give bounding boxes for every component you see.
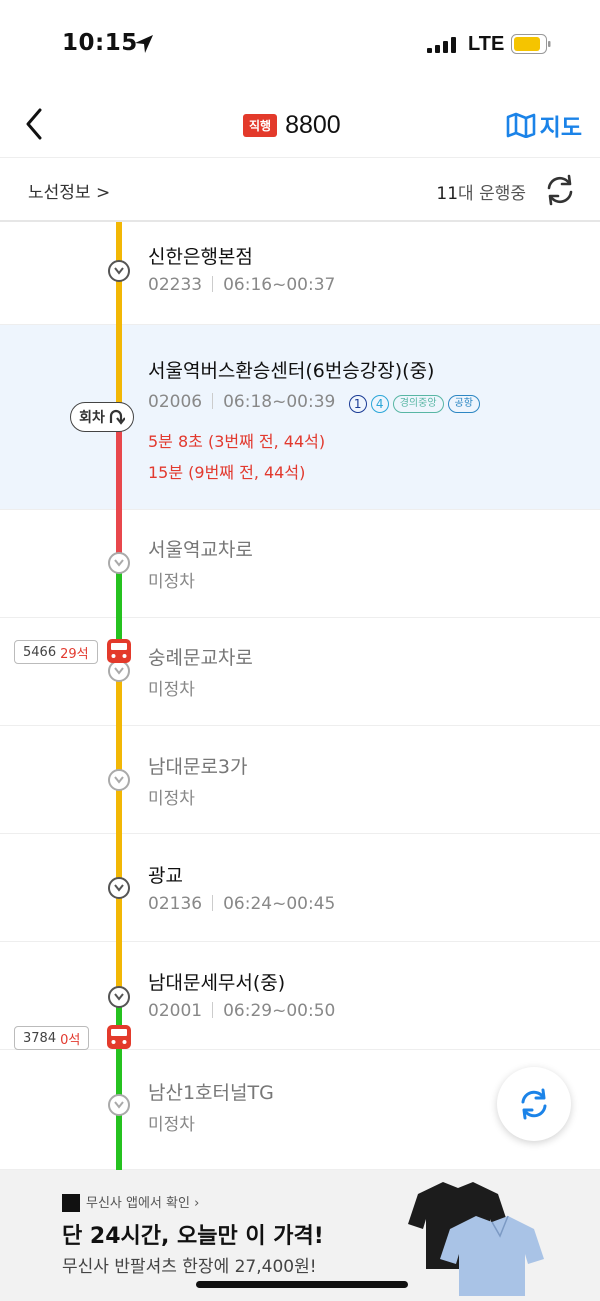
- route-line-segment: [116, 222, 122, 408]
- bus-tag[interactable]: 5466 29석: [14, 640, 98, 664]
- gyeongui-line-badge: 경의중앙: [392, 395, 444, 413]
- bus-plate: 5466: [23, 644, 57, 660]
- stop-row[interactable]: 서울역교차로 미정차: [0, 510, 600, 618]
- bus-tag[interactable]: 3784 0석: [14, 1026, 90, 1050]
- stop-name: 남대문로3가: [148, 756, 248, 778]
- bus-icon[interactable]: [106, 638, 132, 666]
- stop-info: 02136 06:24~00:45: [148, 894, 335, 914]
- network-label: LTE: [468, 33, 505, 55]
- bus-plate: 3784: [23, 1030, 57, 1046]
- ad-source: 무신사 앱에서 확인 ›: [86, 1196, 200, 1211]
- stop-info: 02001 06:29~00:50: [148, 1001, 335, 1021]
- stop-row[interactable]: 남대문세무서(중) 02001 06:29~00:50: [0, 942, 600, 1050]
- divider: [212, 276, 214, 292]
- running-count: 11: [436, 184, 459, 204]
- route-line-segment: [116, 648, 122, 998]
- map-label: 지도: [539, 115, 582, 141]
- stop-status: 미정차: [148, 789, 195, 809]
- stop-row[interactable]: 숭례문교차로 미정차: [0, 618, 600, 726]
- stop-id: 02001: [148, 1001, 203, 1021]
- stop-hours: 06:29~00:50: [223, 1001, 336, 1021]
- divider: [212, 393, 214, 409]
- stop-row[interactable]: 남대문로3가 미정차: [0, 726, 600, 834]
- map-icon: [506, 112, 535, 138]
- subway-line-4-badge: 4: [370, 395, 389, 413]
- signal-icon: [427, 37, 456, 53]
- bus-seats: 0석: [60, 1032, 81, 1048]
- top-app-bar: 직행 8800 지도: [0, 90, 600, 158]
- stop-name: 신한은행본점: [148, 246, 253, 268]
- stop-node: [108, 986, 130, 1008]
- divider: [212, 895, 214, 911]
- stop-hours: 06:16~00:37: [223, 275, 336, 295]
- ad-subtext: 무신사 반팔셔츠 한장에 27,400원!: [62, 1257, 317, 1277]
- stop-id: 02233: [148, 275, 203, 295]
- transfer-lines: 1 4 경의중앙 공항: [348, 395, 480, 413]
- route-info-bar: 노선정보 > 11대 운행중: [0, 158, 600, 222]
- stop-name: 숭례문교차로: [148, 647, 253, 669]
- u-turn-icon: [109, 409, 125, 425]
- divider: [212, 1002, 214, 1018]
- running-suffix: 대 운행중: [458, 184, 526, 204]
- stop-node: [108, 260, 130, 282]
- bus-icon[interactable]: [106, 1024, 132, 1052]
- stop-node: [108, 877, 130, 899]
- stop-name: 남산1호터널TG: [148, 1082, 274, 1104]
- stop-node: [108, 552, 130, 574]
- stop-hours: 06:18~00:39: [223, 392, 336, 412]
- stop-name: 광교: [148, 865, 183, 887]
- route-title: 직행 8800: [243, 110, 341, 140]
- route-type-badge: 직행: [243, 113, 278, 137]
- status-bar: 10:15 LTE: [0, 0, 600, 90]
- running-buses-count: 11대 운행중: [436, 179, 526, 204]
- stop-status: 미정차: [148, 572, 195, 592]
- route-number: 8800: [285, 110, 341, 139]
- refresh-icon[interactable]: [542, 172, 578, 208]
- stop-id: 02136: [148, 894, 203, 914]
- stop-id: 02006: [148, 392, 203, 412]
- subway-line-1-badge: 1: [348, 395, 367, 413]
- stop-name: 서울역버스환승센터(6번승강장)(중): [148, 360, 435, 382]
- ad-headline: 단 24시간, 오늘만 이 가격!: [62, 1224, 324, 1249]
- map-button[interactable]: 지도: [506, 108, 582, 142]
- stop-status: 미정차: [148, 1115, 195, 1135]
- turn-point-label: 회차: [79, 410, 105, 426]
- arrival-info-1: 5분 8초 (3번째 전, 44석): [148, 432, 326, 451]
- battery-icon: [511, 34, 551, 54]
- arrival-info-2: 15분 (9번째 전, 44석): [148, 463, 306, 482]
- stop-list[interactable]: 신한은행본점 02233 06:16~00:37 서울역버스환승센터(6번승강장)…: [0, 222, 600, 1170]
- location-arrow-icon: [135, 35, 153, 53]
- stop-info: 02233 06:16~00:37: [148, 275, 335, 295]
- stop-node: [108, 1094, 130, 1116]
- stop-hours: 06:24~00:45: [223, 894, 336, 914]
- shirt-product-image: [408, 1182, 544, 1296]
- stop-row[interactable]: 신한은행본점 02233 06:16~00:37: [0, 222, 600, 325]
- bus-seats: 29석: [60, 646, 89, 662]
- refresh-fab[interactable]: [497, 1067, 571, 1141]
- stop-info: 02006 06:18~00:39 1 4 경의중앙 공항: [148, 392, 480, 413]
- stop-name: 서울역교차로: [148, 539, 253, 561]
- route-info-link[interactable]: 노선정보 >: [28, 178, 110, 203]
- home-indicator: [196, 1281, 408, 1288]
- status-time: 10:15: [62, 30, 138, 56]
- refresh-icon: [521, 1088, 547, 1120]
- stop-row[interactable]: 광교 02136 06:24~00:45: [0, 834, 600, 942]
- turn-point-badge: 회차: [70, 402, 134, 432]
- airport-line-badge: 공항: [447, 395, 480, 413]
- stop-node: [108, 769, 130, 791]
- brand-logo: [62, 1194, 80, 1212]
- back-arrow-icon[interactable]: [20, 104, 50, 144]
- stop-name: 남대문세무서(중): [148, 972, 286, 994]
- stop-status: 미정차: [148, 680, 195, 700]
